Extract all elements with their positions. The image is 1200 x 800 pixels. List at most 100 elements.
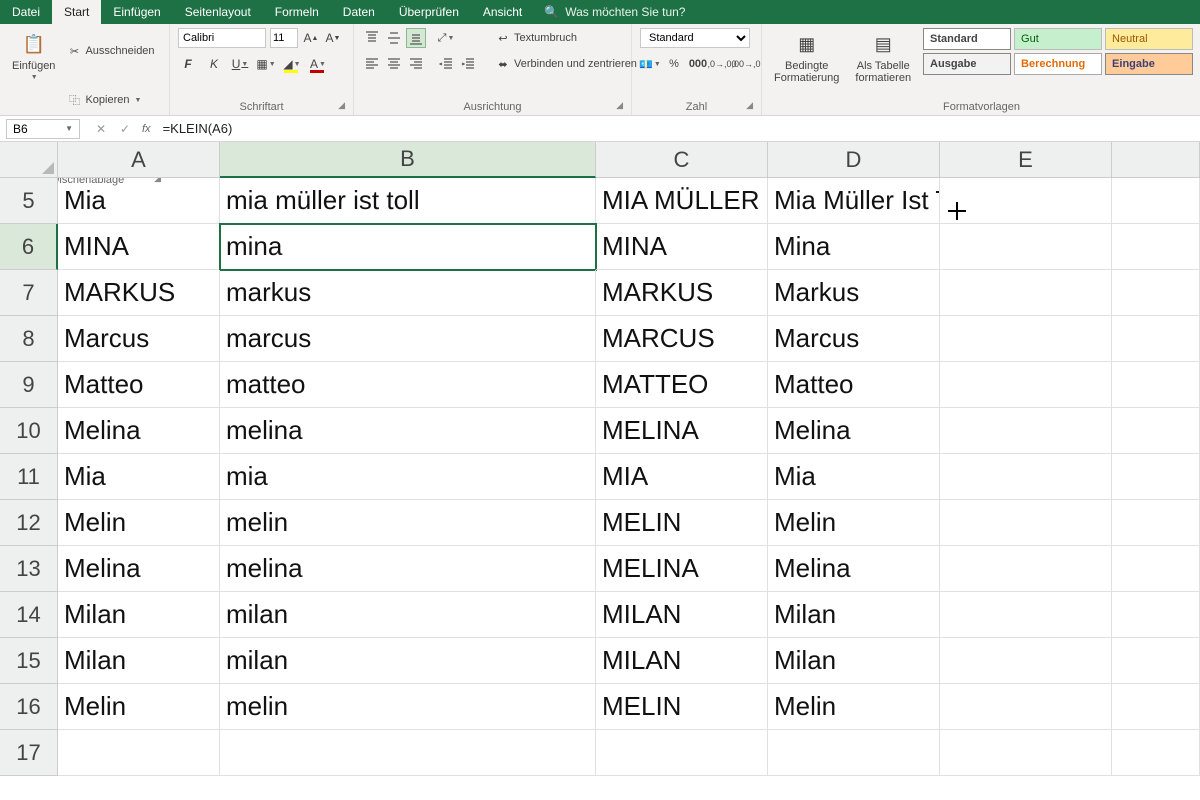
cell[interactable]: Melin [58, 500, 220, 546]
cell[interactable]: Mia Müller Ist Toll [768, 178, 940, 224]
cell[interactable]: Milan [768, 592, 940, 638]
increase-decimal-button[interactable]: ,0→,00 [712, 54, 732, 74]
cell[interactable]: Matteo [58, 362, 220, 408]
cell[interactable] [940, 178, 1112, 224]
bold-button[interactable]: F [178, 54, 198, 74]
underline-button[interactable]: U▼ [230, 54, 250, 74]
cell[interactable]: Melin [58, 684, 220, 730]
menu-tab-ansicht[interactable]: Ansicht [471, 0, 534, 24]
cell[interactable]: MARCUS [596, 316, 768, 362]
borders-button[interactable]: ▦▼ [256, 54, 276, 74]
accounting-format-button[interactable]: 💶▼ [640, 54, 660, 74]
row-header[interactable]: 9 [0, 362, 58, 408]
cell[interactable]: mia [220, 454, 596, 500]
style-neutral[interactable]: Neutral [1105, 28, 1193, 50]
cell[interactable]: MELINA [596, 546, 768, 592]
cell[interactable]: MARKUS [58, 270, 220, 316]
menu-tab-daten[interactable]: Daten [331, 0, 387, 24]
row-header[interactable]: 14 [0, 592, 58, 638]
cell[interactable]: Melin [768, 684, 940, 730]
cell[interactable] [1112, 638, 1200, 684]
align-middle-button[interactable] [384, 28, 404, 48]
menu-tab-datei[interactable]: Datei [0, 0, 52, 24]
cell[interactable] [940, 684, 1112, 730]
percent-format-button[interactable]: % [664, 54, 684, 74]
row-header[interactable]: 8 [0, 316, 58, 362]
cell[interactable]: MELIN [596, 500, 768, 546]
style-standard[interactable]: Standard [923, 28, 1011, 50]
row-header[interactable]: 12 [0, 500, 58, 546]
cell[interactable]: MATTEO [596, 362, 768, 408]
cell[interactable] [940, 362, 1112, 408]
cell[interactable]: MILAN [596, 592, 768, 638]
cell[interactable]: Mia [58, 178, 220, 224]
copy-button[interactable]: ⿻ Kopieren ▼ [67, 77, 176, 123]
wrap-text-button[interactable]: ↩ Textumbruch [494, 28, 651, 48]
cell[interactable]: melin [220, 500, 596, 546]
cell[interactable] [768, 730, 940, 776]
cell[interactable]: Melina [58, 408, 220, 454]
cell[interactable] [940, 224, 1112, 270]
cell[interactable]: melin [220, 684, 596, 730]
cell[interactable]: Marcus [58, 316, 220, 362]
format-as-table-button[interactable]: ▤ Als Tabelle formatieren [851, 28, 915, 86]
column-header-b[interactable]: B [220, 142, 596, 178]
cell[interactable]: Mia [58, 454, 220, 500]
decrease-decimal-button[interactable]: ,00→,0 [736, 54, 756, 74]
align-left-button[interactable] [362, 54, 382, 74]
cell[interactable] [1112, 592, 1200, 638]
column-header-a[interactable]: A [58, 142, 220, 178]
cell[interactable]: Melina [768, 408, 940, 454]
dialog-launcher-icon[interactable]: ◢ [616, 100, 623, 111]
cell[interactable]: MIA MÜLLER [596, 178, 768, 224]
cell[interactable] [1112, 316, 1200, 362]
italic-button[interactable]: K [204, 54, 224, 74]
align-bottom-button[interactable] [406, 28, 426, 48]
row-header[interactable]: 13 [0, 546, 58, 592]
fx-icon[interactable]: fx [142, 123, 151, 135]
row-header[interactable]: 15 [0, 638, 58, 684]
row-header[interactable]: 10 [0, 408, 58, 454]
row-header[interactable]: 5 [0, 178, 58, 224]
cell[interactable] [940, 592, 1112, 638]
menu-tab-einfuegen[interactable]: Einfügen [101, 0, 172, 24]
column-header-d[interactable]: D [768, 142, 940, 178]
cell[interactable]: melina [220, 408, 596, 454]
name-box[interactable]: B6 ▼ [6, 119, 80, 139]
cancel-formula-button[interactable]: ✕ [90, 119, 112, 139]
decrease-indent-button[interactable] [436, 54, 456, 74]
row-header[interactable]: 6 [0, 224, 58, 270]
cell[interactable] [1112, 546, 1200, 592]
row-header[interactable]: 16 [0, 684, 58, 730]
dialog-launcher-icon[interactable]: ◢ [746, 100, 753, 111]
conditional-formatting-button[interactable]: ▦ Bedingte Formatierung [770, 28, 843, 86]
cell[interactable]: Marcus [768, 316, 940, 362]
orientation-button[interactable]: ⤢▼ [436, 28, 456, 48]
dialog-launcher-icon[interactable]: ◢ [338, 100, 345, 111]
spreadsheet-grid[interactable]: A B C D E 5Miamia müller ist tollMIA MÜL… [0, 142, 1200, 776]
cell[interactable] [1112, 270, 1200, 316]
cell[interactable]: Milan [58, 638, 220, 684]
style-eingabe[interactable]: Eingabe [1105, 53, 1193, 75]
cell[interactable] [1112, 408, 1200, 454]
align-center-button[interactable] [384, 54, 404, 74]
cell[interactable]: mina [220, 224, 596, 270]
row-header[interactable]: 7 [0, 270, 58, 316]
cell[interactable]: MINA [596, 224, 768, 270]
cell[interactable] [220, 730, 596, 776]
select-all-corner[interactable] [0, 142, 58, 178]
font-color-button[interactable]: A ▼ [308, 54, 328, 74]
cell[interactable] [1112, 684, 1200, 730]
cell[interactable]: MILAN [596, 638, 768, 684]
column-header-e[interactable]: E [940, 142, 1112, 178]
style-berechnung[interactable]: Berechnung [1014, 53, 1102, 75]
style-gut[interactable]: Gut [1014, 28, 1102, 50]
font-size-input[interactable] [270, 28, 298, 48]
cell[interactable]: melina [220, 546, 596, 592]
cell[interactable] [940, 408, 1112, 454]
cell[interactable]: Melin [768, 500, 940, 546]
cell[interactable]: MELIN [596, 684, 768, 730]
cell[interactable]: Melina [58, 546, 220, 592]
row-header[interactable]: 11 [0, 454, 58, 500]
cell[interactable]: Matteo [768, 362, 940, 408]
